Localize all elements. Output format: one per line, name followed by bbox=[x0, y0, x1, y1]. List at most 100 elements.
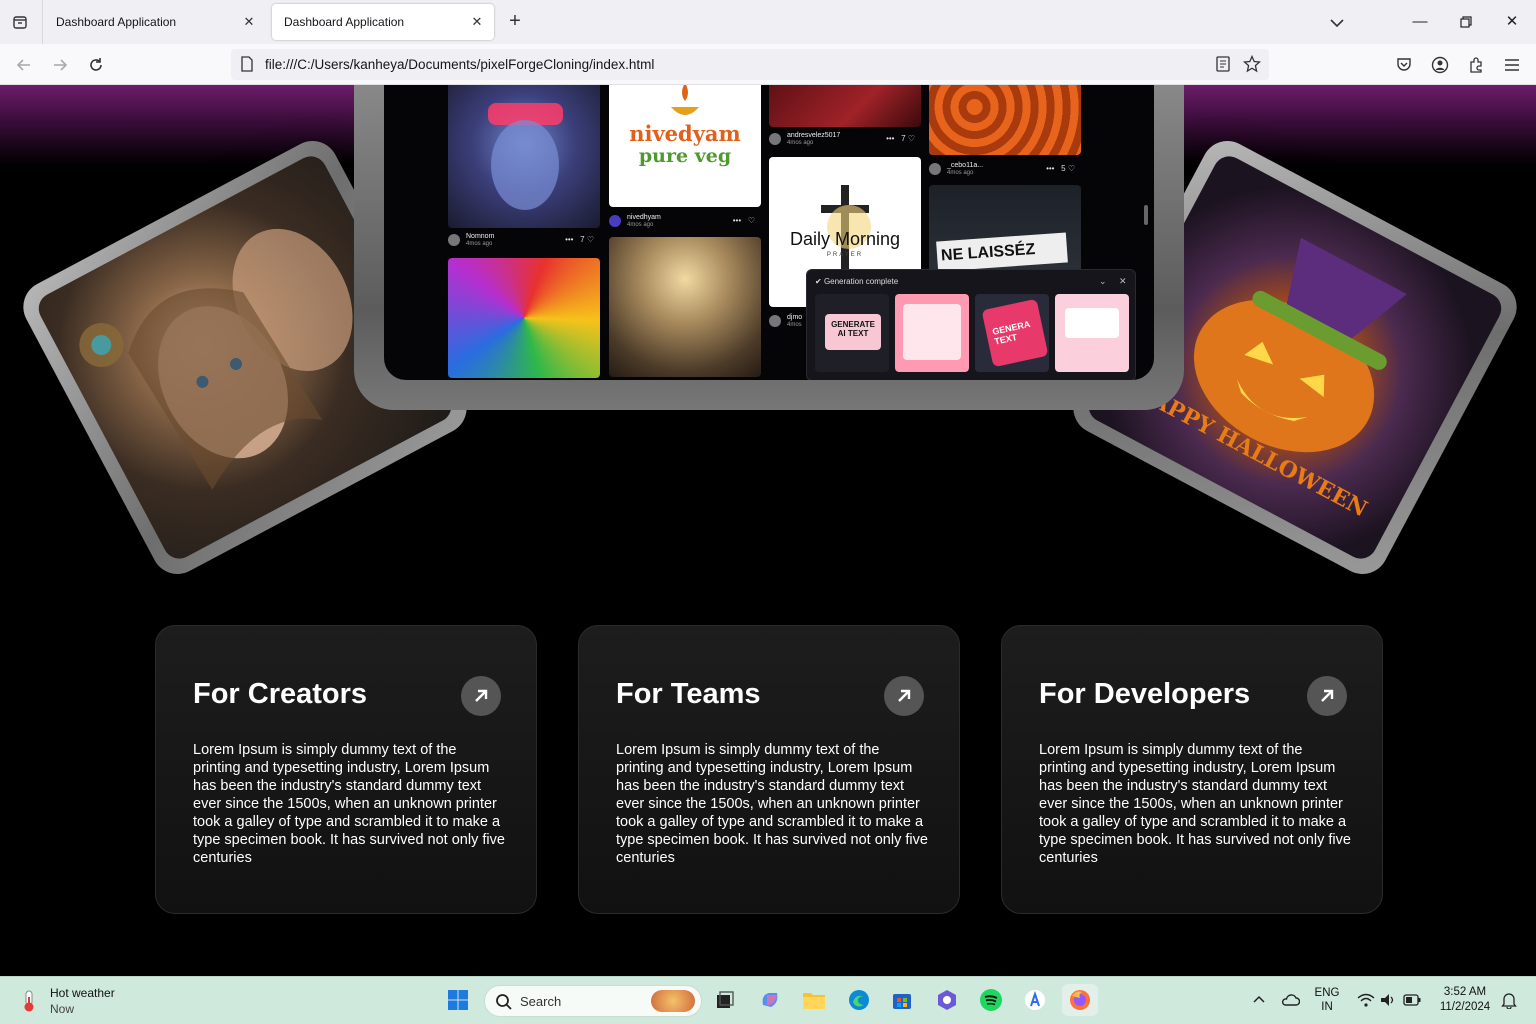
forward-arrow-icon[interactable] bbox=[48, 53, 72, 77]
feature-card-developers[interactable]: For Developers Lorem Ipsum is simply dum… bbox=[1001, 625, 1383, 914]
post-actions[interactable]: ••• 7 ♡ bbox=[886, 134, 915, 143]
toast-close-icon[interactable]: ✕ bbox=[1119, 276, 1127, 287]
gallery-image-red[interactable] bbox=[769, 85, 921, 127]
task-view-icon[interactable] bbox=[711, 986, 739, 1014]
tab-title: Dashboard Application bbox=[284, 15, 405, 29]
weather-title[interactable]: Hot weather bbox=[50, 986, 115, 1000]
new-tab-button[interactable]: + bbox=[504, 10, 526, 32]
post-user[interactable]: nivedhyam bbox=[627, 214, 661, 221]
taskbar-search[interactable]: Search bbox=[484, 985, 702, 1017]
gallery-image-android[interactable] bbox=[448, 85, 600, 228]
tab-title: Dashboard Application bbox=[56, 15, 177, 29]
logo-text-2: pure veg bbox=[638, 145, 732, 167]
daily-sub: PRAYER bbox=[826, 252, 864, 258]
feature-body: Lorem Ipsum is simply dummy text of the … bbox=[1039, 742, 1351, 866]
close-window-button[interactable]: ✕ bbox=[1500, 10, 1524, 34]
tab-bar: Dashboard Application ✕ Dashboard Applic… bbox=[0, 0, 1536, 44]
feature-title: For Creators bbox=[193, 678, 368, 710]
post-time: 4mos ago bbox=[466, 241, 493, 247]
page-icon bbox=[240, 56, 254, 77]
windows-taskbar: Hot weather Now Search ENG IN 3:52 AM 11… bbox=[0, 976, 1536, 1024]
toast-thumb-1[interactable]: GENERATE AI TEXT bbox=[815, 294, 889, 372]
feature-title: For Developers bbox=[1039, 678, 1251, 710]
thermometer-icon[interactable] bbox=[18, 989, 40, 1018]
feature-card-creators[interactable]: For Creators Lorem Ipsum is simply dummy… bbox=[155, 625, 537, 914]
gallery-scrollbar[interactable] bbox=[1144, 205, 1148, 225]
arrow-up-right-icon[interactable] bbox=[884, 676, 924, 716]
list-all-tabs-icon[interactable] bbox=[8, 10, 32, 34]
firefox-icon[interactable] bbox=[1062, 984, 1098, 1016]
gallery-image-colorful[interactable] bbox=[448, 258, 600, 378]
post-meta: andresvelez5017 4mos ago ••• 7 ♡ bbox=[769, 129, 921, 151]
app-store-icon[interactable] bbox=[1021, 986, 1049, 1014]
daily-text: Daily Morning bbox=[789, 229, 901, 249]
restore-button[interactable] bbox=[1454, 10, 1478, 34]
post-user[interactable]: andresvelez5017 bbox=[787, 132, 840, 139]
feature-body: Lorem Ipsum is simply dummy text of the … bbox=[616, 742, 928, 866]
spotify-icon[interactable] bbox=[977, 986, 1005, 1014]
avatar bbox=[769, 315, 781, 327]
like-count: 7 bbox=[580, 235, 585, 244]
language-code: ENG bbox=[1314, 987, 1340, 999]
onedrive-cloud-icon[interactable] bbox=[1276, 986, 1304, 1014]
battery-icon[interactable] bbox=[1398, 986, 1426, 1014]
chevron-up-icon[interactable] bbox=[1245, 986, 1273, 1014]
copilot-icon[interactable] bbox=[756, 986, 784, 1014]
close-tab-icon[interactable]: ✕ bbox=[468, 13, 486, 31]
post-actions[interactable]: ••• ♡ bbox=[733, 216, 755, 225]
notification-bell-icon[interactable] bbox=[1495, 986, 1523, 1014]
close-tab-icon[interactable]: ✕ bbox=[240, 13, 258, 31]
post-user[interactable]: _cebo11a... bbox=[947, 162, 983, 169]
language-indicator[interactable]: ENG IN bbox=[1310, 987, 1344, 1013]
chevron-down-icon[interactable] bbox=[1326, 12, 1348, 34]
post-meta: nivedhyam 4mos ago ••• ♡ bbox=[609, 211, 761, 233]
collapse-chevron-icon[interactable]: ⌄ bbox=[1099, 276, 1107, 287]
microsoft-store-icon[interactable] bbox=[888, 986, 916, 1014]
menu-icon[interactable] bbox=[1500, 53, 1524, 77]
address-bar[interactable]: file:///C:/Users/kanheya/Documents/pixel… bbox=[231, 49, 1269, 80]
post-time: 4mos ago bbox=[627, 222, 654, 228]
file-explorer-icon[interactable] bbox=[800, 986, 828, 1014]
arrow-up-right-icon[interactable] bbox=[461, 676, 501, 716]
pocket-icon[interactable] bbox=[1392, 53, 1416, 77]
like-count: 5 bbox=[1061, 164, 1066, 173]
search-label: Search bbox=[520, 994, 562, 1009]
bookmark-star-icon[interactable] bbox=[1242, 54, 1262, 78]
reader-view-icon[interactable] bbox=[1215, 55, 1231, 78]
extensions-icon[interactable] bbox=[1464, 53, 1488, 77]
like-count: 7 bbox=[901, 134, 906, 143]
post-actions[interactable]: ••• 5 ♡ bbox=[1046, 164, 1075, 173]
tab-dashboard-2[interactable]: Dashboard Application ✕ bbox=[272, 4, 494, 40]
search-icon bbox=[496, 994, 512, 1010]
toast-thumb-4[interactable] bbox=[1055, 294, 1129, 372]
tab-dashboard-1[interactable]: Dashboard Application ✕ bbox=[44, 4, 266, 40]
gallery-image-poster[interactable]: NE LAISSÉZ bbox=[929, 185, 1081, 275]
logo-text-1: nivedyam bbox=[629, 121, 741, 146]
minimize-button[interactable]: — bbox=[1408, 10, 1432, 34]
avatar bbox=[929, 163, 941, 175]
toast-thumb-3[interactable]: GENERA TEXT bbox=[975, 294, 1049, 372]
post-meta: Nomnom 4mos ago ••• 7 ♡ bbox=[448, 230, 600, 252]
generation-toast: ✔ Generation complete ⌄ ✕ GENERATE AI TE… bbox=[806, 269, 1136, 380]
back-arrow-icon[interactable] bbox=[12, 53, 36, 77]
search-highlight-icon bbox=[651, 990, 695, 1012]
edge-browser-icon[interactable] bbox=[845, 986, 873, 1014]
arrow-up-right-icon[interactable] bbox=[1307, 676, 1347, 716]
gallery-image-logo[interactable]: nivedyam pure veg bbox=[609, 85, 761, 207]
post-user[interactable]: djmo bbox=[787, 314, 802, 321]
clock[interactable]: 3:52 AM 11/2/2024 bbox=[1432, 986, 1498, 1013]
url-text: file:///C:/Users/kanheya/Documents/pixel… bbox=[265, 57, 655, 72]
feature-card-teams[interactable]: For Teams Lorem Ipsum is simply dummy te… bbox=[578, 625, 960, 914]
toast-thumb-2[interactable] bbox=[895, 294, 969, 372]
windows-start-icon[interactable] bbox=[444, 986, 472, 1014]
avatar bbox=[769, 133, 781, 145]
gallery-image-angels[interactable] bbox=[609, 237, 761, 377]
feature-title: For Teams bbox=[616, 678, 761, 710]
reload-icon[interactable] bbox=[84, 53, 108, 77]
gallery-image-orange-flowers[interactable] bbox=[929, 85, 1081, 155]
post-time: 4mos ago bbox=[947, 170, 974, 176]
account-icon[interactable] bbox=[1428, 53, 1452, 77]
post-actions[interactable]: ••• 7 ♡ bbox=[565, 235, 594, 244]
post-user[interactable]: Nomnom bbox=[466, 233, 494, 240]
widgets-app-icon[interactable] bbox=[933, 986, 961, 1014]
